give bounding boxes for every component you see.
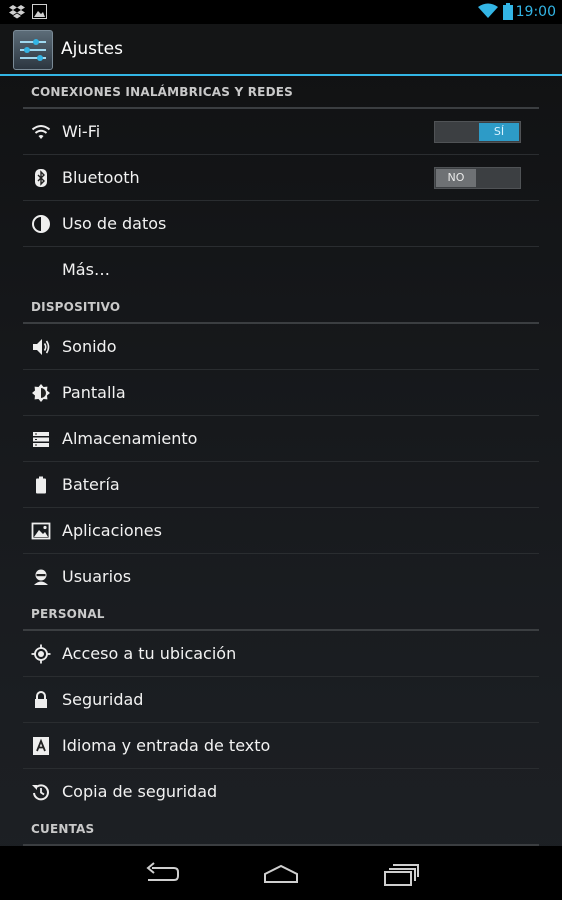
battery-icon xyxy=(503,3,513,20)
settings-item-label: Batería xyxy=(62,475,120,494)
speaker-icon xyxy=(33,339,50,355)
settings-item-label: Pantalla xyxy=(62,383,126,402)
settings-item-users[interactable]: Usuarios xyxy=(23,554,539,600)
status-clock: 19:00 xyxy=(515,4,556,20)
data-usage-icon xyxy=(32,215,50,233)
settings-item-label: Más… xyxy=(62,260,110,279)
apps-icon xyxy=(31,522,51,540)
settings-item-label: Acceso a tu ubicación xyxy=(62,644,237,663)
section-header-personal: PERSONAL xyxy=(23,600,539,631)
bluetooth-toggle[interactable]: NO xyxy=(434,167,521,189)
settings-item-more[interactable]: Más… xyxy=(23,247,539,293)
lock-icon xyxy=(35,691,47,708)
settings-screen: 19:00 Ajustes CONEXIONES INALÁMBRICAS Y … xyxy=(0,0,562,900)
toggle-knob: SÍ xyxy=(479,123,519,141)
settings-item-label: Bluetooth xyxy=(62,168,140,187)
settings-item-security[interactable]: Seguridad xyxy=(23,677,539,723)
section-header-wireless: CONEXIONES INALÁMBRICAS Y REDES xyxy=(23,78,539,109)
home-icon[interactable] xyxy=(261,860,301,888)
settings-item-label: Usuarios xyxy=(62,567,132,586)
wifi-icon xyxy=(31,125,51,139)
settings-item-bluetooth[interactable]: Bluetooth NO xyxy=(23,155,539,201)
settings-item-label: Uso de datos xyxy=(62,214,167,233)
settings-item-label: Copia de seguridad xyxy=(62,782,218,801)
settings-item-language[interactable]: Idioma y entrada de texto xyxy=(23,723,539,769)
recent-apps-icon[interactable] xyxy=(381,860,421,888)
back-icon[interactable] xyxy=(142,860,182,888)
settings-sliders-icon[interactable] xyxy=(13,30,53,70)
settings-item-label: Seguridad xyxy=(62,690,144,709)
brightness-icon xyxy=(32,384,50,402)
page-title: Ajustes xyxy=(61,39,123,59)
settings-item-label: Wi-Fi xyxy=(62,122,101,141)
keyboard-a-icon xyxy=(33,737,49,755)
wifi-icon xyxy=(478,3,498,18)
settings-item-location[interactable]: Acceso a tu ubicación xyxy=(23,631,539,677)
navigation-bar xyxy=(0,846,562,900)
section-header-device: DISPOSITIVO xyxy=(23,293,539,324)
settings-item-backup[interactable]: Copia de seguridad xyxy=(23,769,539,815)
settings-item-battery[interactable]: Batería xyxy=(23,462,539,508)
battery-icon xyxy=(36,476,46,494)
settings-item-label: Almacenamiento xyxy=(62,429,198,448)
storage-icon xyxy=(33,432,49,447)
location-icon xyxy=(31,644,51,664)
bluetooth-icon xyxy=(35,169,47,187)
settings-item-data-usage[interactable]: Uso de datos xyxy=(23,201,539,247)
settings-item-display[interactable]: Pantalla xyxy=(23,370,539,416)
image-icon xyxy=(32,4,47,19)
settings-item-label: Sonido xyxy=(62,337,117,356)
status-bar: 19:00 xyxy=(0,0,562,24)
user-icon xyxy=(34,569,48,585)
settings-list[interactable]: CONEXIONES INALÁMBRICAS Y REDES Wi-Fi SÍ… xyxy=(0,78,562,846)
settings-item-apps[interactable]: Aplicaciones xyxy=(23,508,539,554)
backup-icon xyxy=(32,784,49,801)
settings-item-wifi[interactable]: Wi-Fi SÍ xyxy=(23,109,539,155)
dropbox-icon xyxy=(9,5,25,19)
settings-item-label: Idioma y entrada de texto xyxy=(62,736,271,755)
wifi-toggle[interactable]: SÍ xyxy=(434,121,521,143)
settings-item-label: Aplicaciones xyxy=(62,521,162,540)
settings-item-sound[interactable]: Sonido xyxy=(23,324,539,370)
section-header-accounts: CUENTAS xyxy=(23,815,539,846)
toggle-knob: NO xyxy=(436,169,476,187)
settings-item-storage[interactable]: Almacenamiento xyxy=(23,416,539,462)
action-bar: Ajustes xyxy=(0,24,562,76)
